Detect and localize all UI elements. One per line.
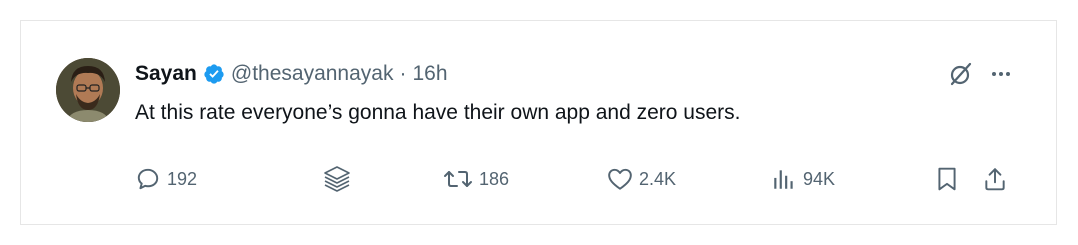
tweet-text: At this rate everyone’s gonna have their…	[135, 101, 741, 124]
views-count: 94K	[803, 168, 836, 189]
views-button[interactable]: 94K	[771, 164, 835, 194]
layers-icon	[321, 164, 353, 194]
bookmark-icon	[935, 166, 959, 192]
bookmark-button[interactable]	[935, 164, 959, 194]
reply-icon	[135, 166, 161, 192]
tweet-top-actions	[948, 61, 1012, 87]
avatar-image	[56, 58, 120, 122]
tweet-card[interactable]: Sayan @thesayannayak · 16h At this rate	[20, 20, 1057, 225]
heart-icon	[607, 167, 633, 191]
tweet-actions-bar: 192 186 2.4K 94K	[135, 164, 1005, 194]
reply-button[interactable]: 192	[135, 164, 197, 194]
tweet-timestamp[interactable]: 16h	[412, 61, 447, 87]
share-icon	[983, 166, 1007, 192]
retweet-count: 186	[479, 168, 510, 189]
header-separator: ·	[399, 62, 407, 85]
retweet-button[interactable]: 186	[443, 164, 509, 194]
more-icon[interactable]	[990, 63, 1012, 85]
share-button[interactable]	[983, 164, 1007, 194]
verified-badge-icon	[203, 63, 225, 85]
like-button[interactable]: 2.4K	[607, 164, 676, 194]
tweet-header: Sayan @thesayannayak · 16h	[135, 61, 448, 87]
grok-icon[interactable]	[948, 61, 974, 87]
layers-button[interactable]	[321, 164, 353, 194]
reply-count: 192	[167, 168, 198, 189]
retweet-icon	[443, 166, 473, 192]
views-icon	[771, 166, 797, 192]
like-count: 2.4K	[639, 168, 677, 189]
author-name[interactable]: Sayan	[135, 61, 197, 87]
author-handle[interactable]: @thesayannayak	[231, 61, 394, 87]
avatar[interactable]	[56, 58, 120, 122]
